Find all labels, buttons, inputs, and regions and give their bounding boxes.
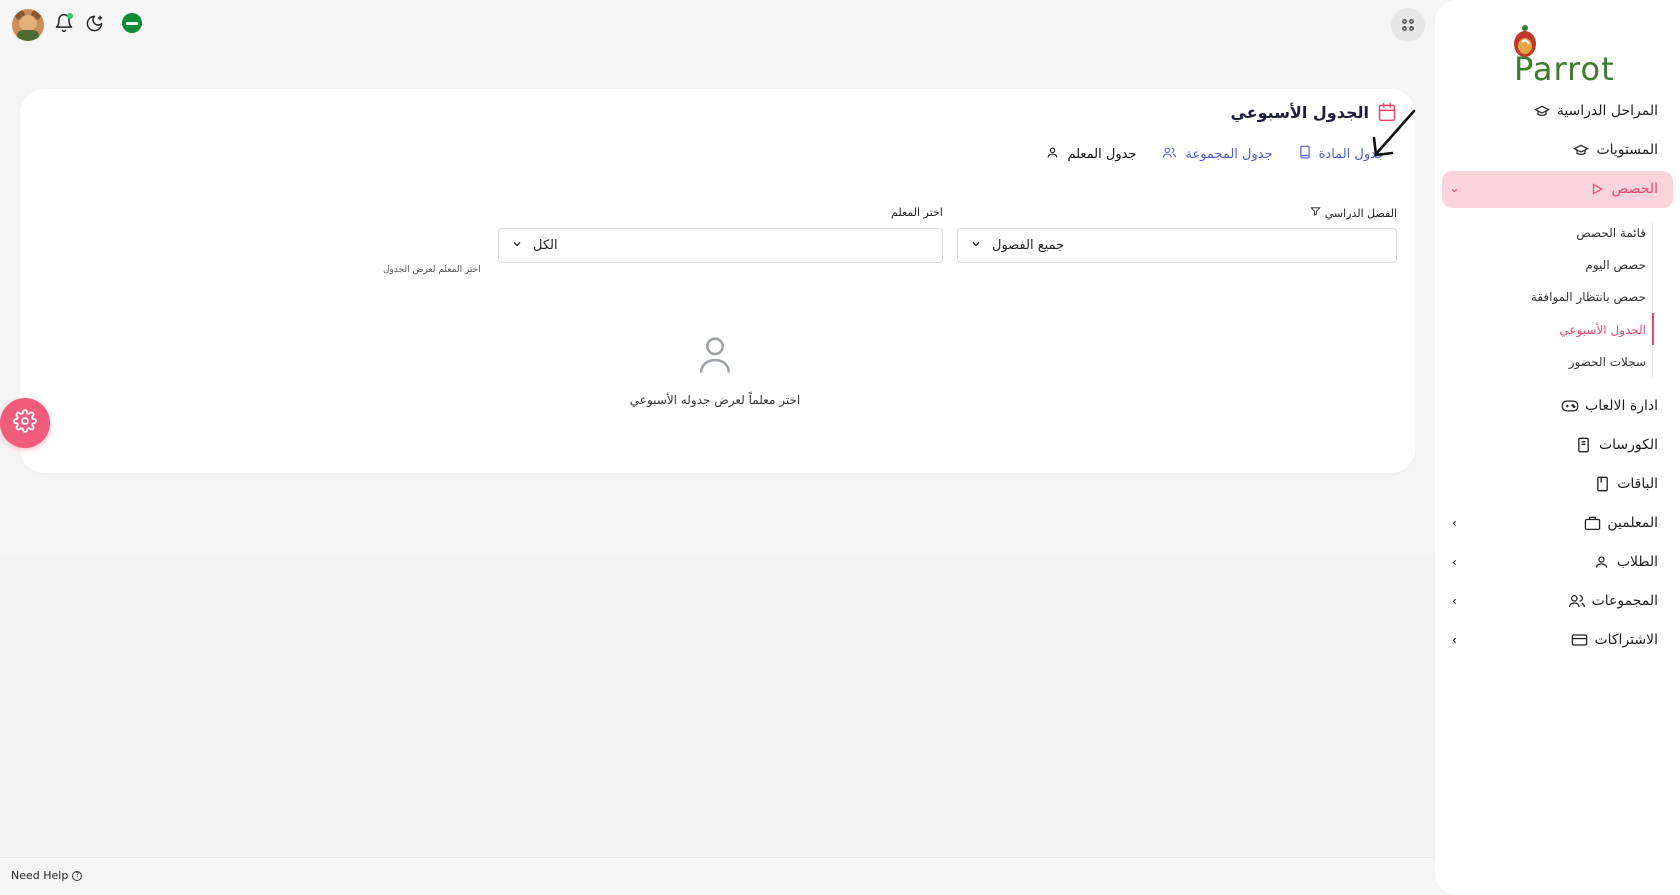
graduation-cap-icon (1533, 102, 1551, 120)
sidebar-item-stages[interactable]: المراحل الدراسية (1533, 93, 1658, 129)
need-help-link[interactable]: Need Help ? (11, 869, 83, 882)
chevron-left-icon[interactable] (1449, 635, 1459, 645)
tab-teacher-schedule[interactable]: جدول المعلم (1046, 145, 1136, 163)
help-icon: ? (72, 870, 83, 881)
submenu-active-marker (1652, 313, 1654, 345)
subitem-today-lessons[interactable]: حصص اليوم (1585, 258, 1646, 272)
teacher-hint: اختر المعلم لعرض الجدول (383, 265, 481, 275)
semester-label: الفصل الدراسي (1310, 206, 1397, 220)
users-icon (1568, 592, 1586, 610)
user-icon (1593, 553, 1611, 571)
sidebar-item-groups[interactable]: المجموعات (1568, 583, 1658, 619)
book-icon (1299, 145, 1311, 163)
sidebar-item-packages[interactable]: الباقات (1593, 466, 1658, 502)
chevron-down-icon (970, 238, 982, 254)
settings-button[interactable] (0, 398, 50, 448)
language-flag-icon[interactable] (122, 13, 142, 33)
sidebar-item-courses[interactable]: الكورسات (1575, 427, 1658, 463)
chevron-left-icon[interactable] (1449, 518, 1459, 528)
subitem-lessons-list[interactable]: قائمة الحصص (1576, 226, 1646, 240)
subitem-attendance-records[interactable]: سجلات الحضور (1569, 355, 1646, 369)
page-title: الجدول الأسبوعي (1230, 103, 1369, 122)
user-avatar[interactable] (12, 9, 44, 41)
book-icon (1575, 436, 1593, 454)
teacher-select[interactable]: الكل (498, 228, 943, 263)
sidebar-item-students[interactable]: الطلاب (1593, 544, 1658, 580)
sidebar-item-games[interactable]: ادارة الالعاب (1561, 388, 1658, 424)
subitem-weekly-schedule[interactable]: الجدول الأسبوعي (1559, 323, 1646, 337)
teacher-label: اختر المعلم (891, 206, 943, 219)
chevron-left-icon[interactable] (1449, 557, 1459, 567)
lower-band (0, 556, 1435, 856)
dark-mode-icon[interactable] (83, 12, 105, 34)
chevron-down-icon[interactable] (1449, 185, 1459, 195)
tab-group-schedule[interactable]: جدول المجموعة (1162, 145, 1273, 163)
submenu-line (1652, 222, 1653, 378)
logo-text: Parrot (1514, 50, 1615, 88)
semester-select[interactable]: جميع الفصول (957, 228, 1397, 263)
sidebar-item-subscriptions[interactable]: الاشتراكات (1570, 622, 1658, 658)
schedule-tabs: جدول المعلم جدول المجموعة جدول المادة (1046, 145, 1385, 163)
play-icon (1588, 180, 1606, 198)
empty-state-text: اختر معلماً لعرض جدوله الأسبوعي (629, 393, 801, 407)
gear-icon (13, 409, 37, 437)
graduation-cap-icon (1572, 141, 1590, 159)
arrow-annotation (1368, 108, 1418, 164)
chevron-down-icon (511, 238, 523, 254)
chevron-left-icon[interactable] (1449, 596, 1459, 606)
briefcase-icon (1583, 514, 1601, 532)
sidebar-item-teachers[interactable]: المعلمين (1583, 505, 1658, 541)
apps-grid-icon[interactable] (1391, 8, 1425, 42)
subitem-pending-lessons[interactable]: حصص بانتظار الموافقة (1531, 290, 1646, 304)
weekly-schedule-card: الجدول الأسبوعي جدول المعلم جدول المجموع… (20, 89, 1415, 473)
bell-icon[interactable] (53, 12, 75, 34)
package-icon (1593, 475, 1611, 493)
user-icon (1046, 146, 1059, 163)
sidebar-item-levels[interactable]: المستويات (1572, 132, 1658, 168)
user-placeholder-icon (696, 334, 734, 378)
filter-icon (1310, 206, 1321, 220)
users-icon (1162, 146, 1177, 163)
card-icon (1570, 631, 1588, 649)
footer (0, 857, 1435, 895)
gamepad-icon (1561, 397, 1579, 415)
sidebar-item-lessons[interactable]: الحصص (1588, 171, 1658, 207)
